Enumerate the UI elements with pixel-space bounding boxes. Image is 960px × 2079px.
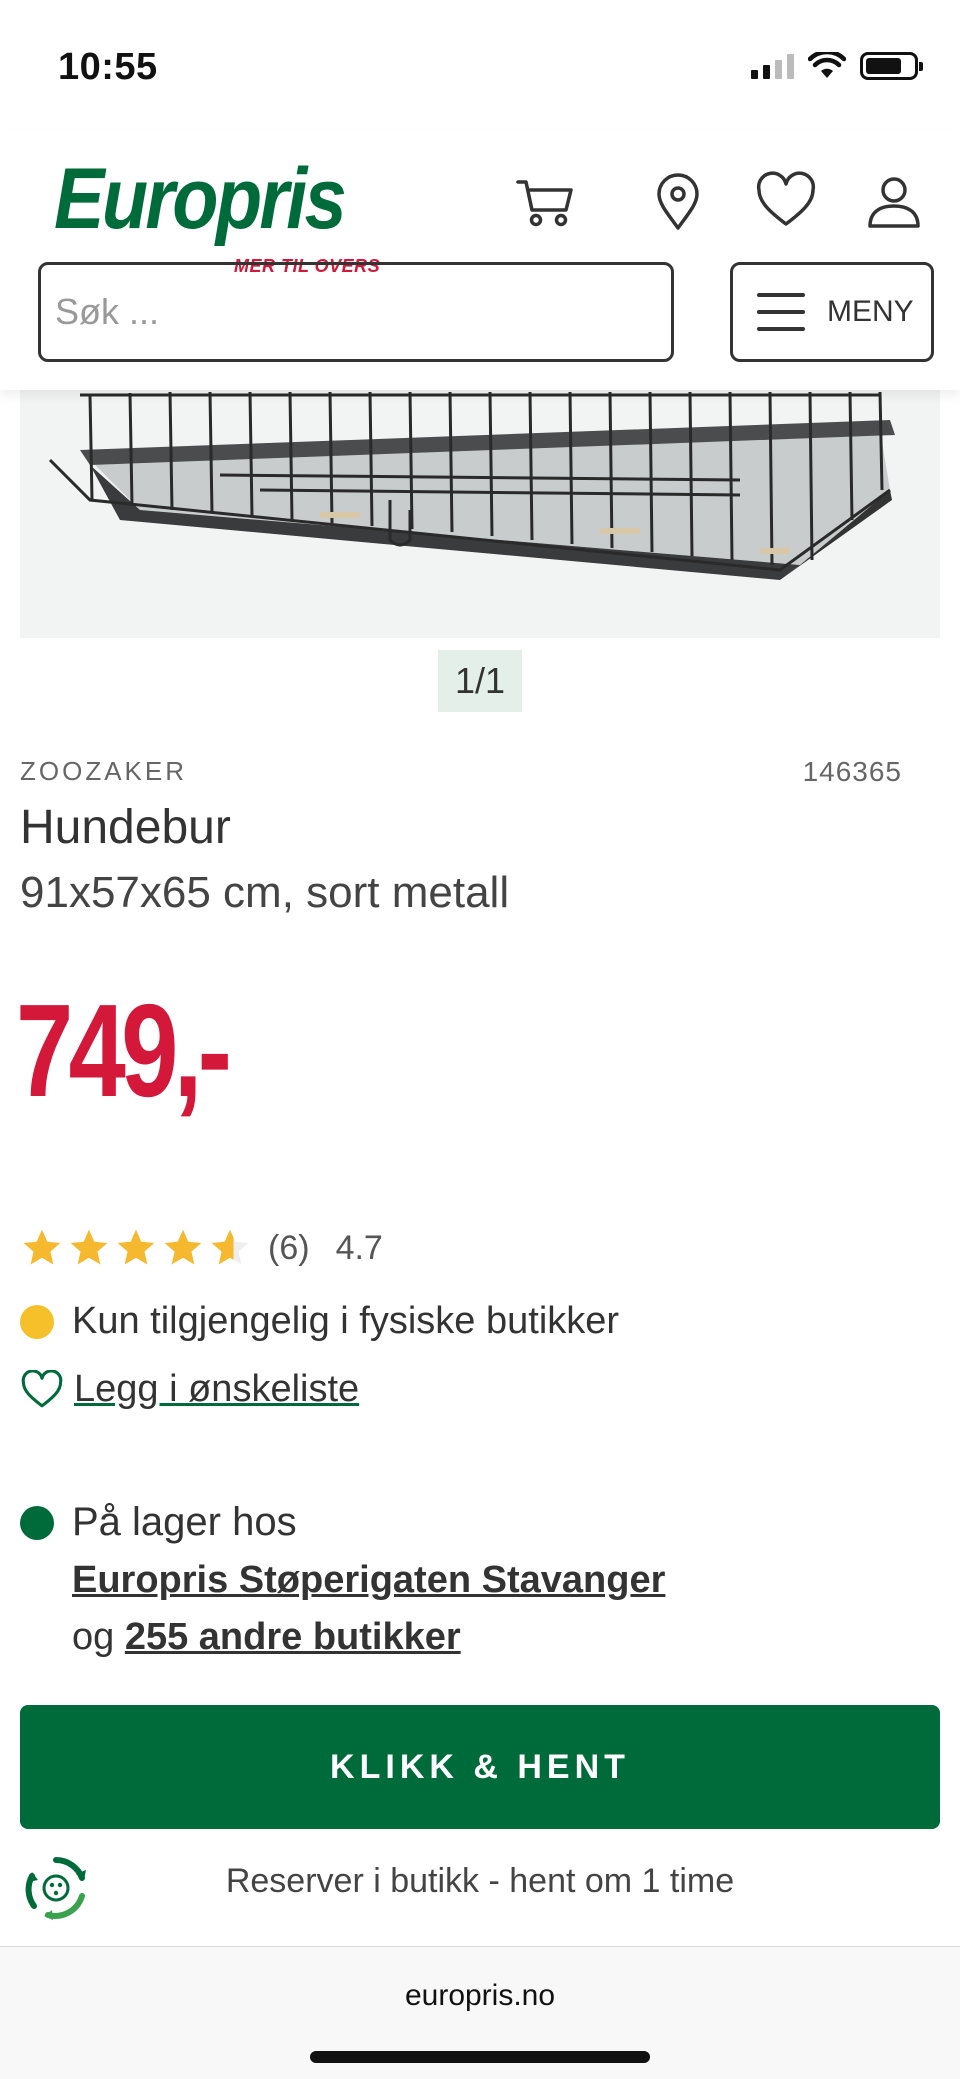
availability-text: Kun tilgjengelig i fysiske butikker xyxy=(72,1300,620,1342)
reserve-text: Reserver i butikk - hent om 1 time xyxy=(225,1862,735,1900)
browser-address-bar[interactable]: europris.no xyxy=(0,1946,960,2079)
status-bar: 10:55 xyxy=(0,0,960,130)
rating-stars xyxy=(20,1226,252,1270)
battery-icon xyxy=(860,52,923,80)
product-subtitle: 91x57x65 cm, sort metall xyxy=(20,868,510,917)
heart-icon[interactable] xyxy=(754,170,818,234)
add-to-wishlist-link[interactable]: Legg i ønskeliste xyxy=(20,1368,359,1411)
status-icons xyxy=(751,52,923,80)
star-half-icon xyxy=(211,1229,249,1265)
star-icon xyxy=(70,1229,108,1265)
other-stores-row: og 255 andre butikker xyxy=(72,1616,665,1659)
stock-info: På lager hos Europris Støperigaten Stava… xyxy=(20,1500,665,1659)
menu-label: MENY xyxy=(827,295,914,328)
site-header: Europris MER TIL OVERS Søk ... MENY xyxy=(0,130,960,390)
star-icon xyxy=(164,1229,202,1265)
search-input[interactable]: Søk ... xyxy=(38,262,674,362)
wishlist-label: Legg i ønskeliste xyxy=(74,1368,360,1410)
product-title: Hundebur xyxy=(20,801,231,854)
logo-wordmark: Europris xyxy=(54,151,347,247)
hamburger-icon xyxy=(757,293,805,331)
store-link[interactable]: Europris Støperigaten Stavanger xyxy=(72,1559,665,1602)
availability-status: Kun tilgjengelig i fysiske butikker xyxy=(20,1300,619,1343)
product-brand[interactable]: ZOOZAKER xyxy=(20,756,187,787)
user-icon[interactable] xyxy=(862,170,926,234)
status-time: 10:55 xyxy=(58,46,158,88)
in-stock-dot-icon xyxy=(20,1505,54,1540)
cart-icon[interactable] xyxy=(514,170,578,234)
europris-logo[interactable]: Europris MER TIL OVERS xyxy=(54,151,380,276)
product-rating[interactable]: (6) 4.7 xyxy=(20,1226,383,1270)
heart-outline-icon xyxy=(21,1369,63,1407)
rating-value: 4.7 xyxy=(335,1228,383,1267)
menu-button[interactable]: MENY xyxy=(730,262,934,362)
reserve-info: Reserver i butikk - hent om 1 time xyxy=(20,1852,940,1932)
stock-prefix: og xyxy=(72,1616,115,1658)
dog-cage-image xyxy=(20,390,940,638)
product-sku: 146365 xyxy=(802,756,902,787)
url-text[interactable]: europris.no xyxy=(0,1979,960,2013)
star-icon xyxy=(23,1229,61,1265)
other-stores-link[interactable]: 255 andre butikker xyxy=(125,1616,461,1658)
home-indicator[interactable] xyxy=(310,2051,650,2063)
product-price: 749,- xyxy=(16,977,232,1124)
product-image[interactable] xyxy=(20,390,940,638)
location-pin-icon[interactable] xyxy=(646,170,710,234)
stock-label: På lager hos xyxy=(72,1500,297,1544)
click-and-collect-button[interactable]: KLIKK & HENT xyxy=(20,1705,940,1829)
availability-dot-icon xyxy=(20,1304,54,1339)
wifi-icon xyxy=(808,52,846,78)
rating-count: (6) xyxy=(268,1228,310,1267)
star-icon xyxy=(117,1229,155,1265)
cellular-signal-icon xyxy=(751,53,794,79)
image-pager: 1/1 xyxy=(438,650,522,712)
